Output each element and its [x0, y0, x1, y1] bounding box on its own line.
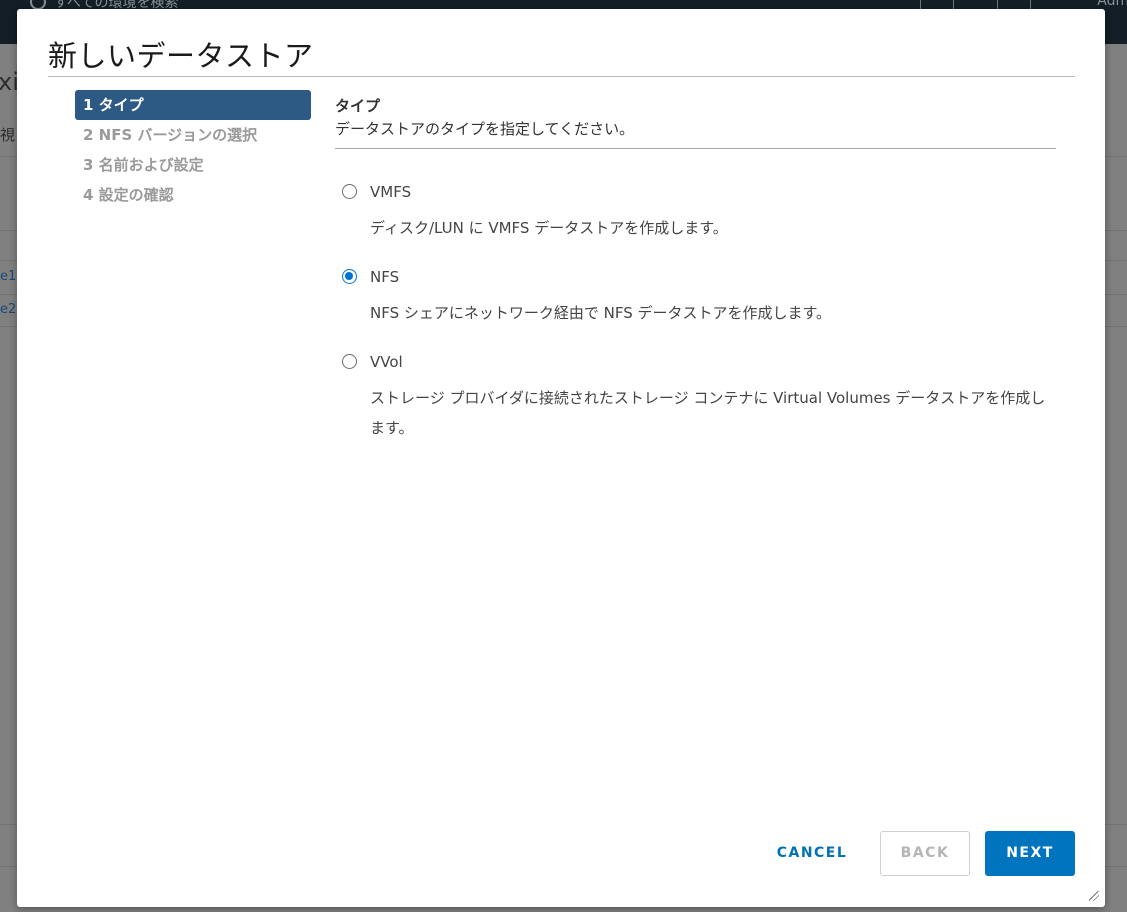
wizard-step-type[interactable]: 1 タイプ	[75, 90, 311, 120]
nfs-description: NFS シェアにネットワーク経由で NFS データストアを作成します。	[370, 304, 832, 322]
wizard-pane: タイプ データストアのタイプを指定してください。 VMFS ディスク/LUN に…	[335, 95, 1056, 437]
vvol-label[interactable]: VVol	[370, 353, 403, 371]
background-row-link-2[interactable]: e2	[0, 302, 16, 317]
title-divider	[48, 76, 1075, 77]
wizard-step-confirm: 4 設定の確認	[83, 186, 174, 204]
user-menu[interactable]: Admi	[1097, 0, 1127, 9]
vmfs-label[interactable]: VMFS	[370, 183, 411, 201]
pane-subtitle: データストアのタイプを指定してください。	[335, 120, 635, 138]
pane-heading: タイプ	[335, 97, 381, 115]
resize-grip-icon[interactable]	[1089, 891, 1099, 901]
wizard-step-name-settings: 3 名前および設定	[83, 156, 204, 174]
back-button[interactable]: BACK	[880, 831, 970, 876]
nfs-label[interactable]: NFS	[370, 268, 399, 286]
vmfs-radio[interactable]	[342, 184, 357, 199]
new-datastore-dialog: 新しいデータストア 1 タイプ 2 NFS バージョンの選択 3 名前および設定…	[17, 9, 1105, 907]
vvol-radio[interactable]	[342, 354, 357, 369]
background-row-link-1[interactable]: e1	[0, 269, 16, 284]
next-button[interactable]: NEXT	[985, 831, 1075, 876]
wizard-steps: 1 タイプ 2 NFS バージョンの選択 3 名前および設定 4 設定の確認	[75, 90, 311, 210]
pane-divider	[335, 148, 1056, 149]
dialog-title: 新しいデータストア	[48, 39, 314, 73]
background-tab: 視	[0, 126, 16, 144]
wizard-step-nfs-version: 2 NFS バージョンの選択	[83, 126, 258, 144]
vmfs-description: ディスク/LUN に VMFS データストアを作成します。	[370, 219, 728, 237]
vvol-description: ストレージ プロバイダに接続されたストレージ コンテナに Virtual Vol…	[370, 389, 1046, 437]
nfs-radio[interactable]	[342, 269, 357, 284]
cancel-button[interactable]: CANCEL	[757, 831, 867, 876]
